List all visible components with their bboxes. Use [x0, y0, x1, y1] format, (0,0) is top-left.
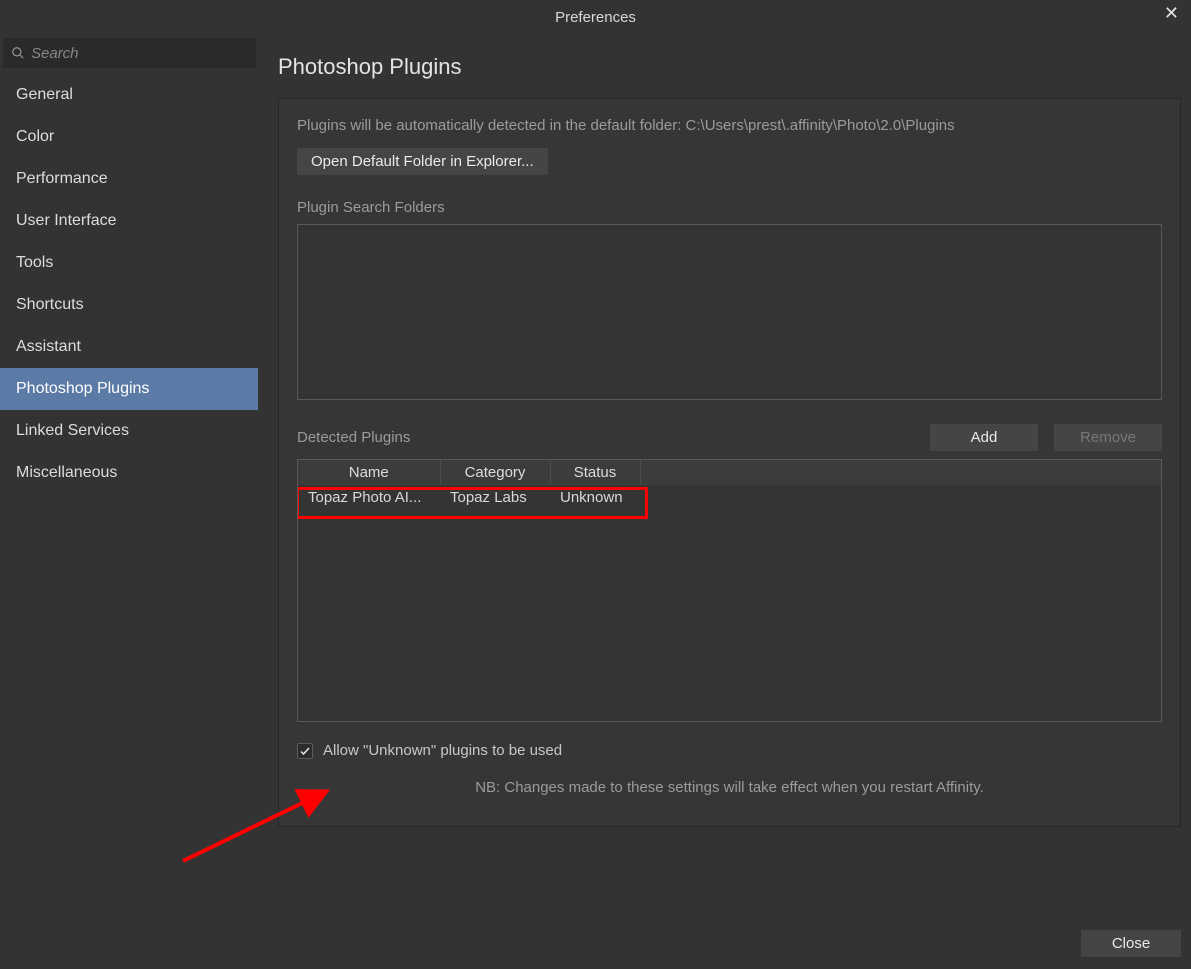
- sidebar-item-linked-services[interactable]: Linked Services: [0, 410, 258, 452]
- add-button[interactable]: Add: [930, 424, 1038, 451]
- sidebar-item-user-interface[interactable]: User Interface: [0, 200, 258, 242]
- cell-category: Topaz Labs: [440, 485, 550, 510]
- cell-status: Unknown: [550, 485, 640, 510]
- detected-plugins-table-wrap: Name Category Status Topaz Photo AI... T…: [297, 459, 1162, 722]
- plugin-search-folders-label: Plugin Search Folders: [297, 199, 1162, 216]
- titlebar: Preferences ✕: [0, 0, 1191, 34]
- restart-note: NB: Changes made to these settings will …: [297, 779, 1162, 796]
- default-folder-info: Plugins will be automatically detected i…: [297, 117, 1162, 134]
- col-category[interactable]: Category: [440, 460, 550, 485]
- search-icon: [11, 46, 25, 60]
- table-row[interactable]: Topaz Photo AI... Topaz Labs Unknown: [298, 485, 1161, 510]
- open-default-folder-button[interactable]: Open Default Folder in Explorer...: [297, 148, 548, 175]
- search-input-wrap[interactable]: [3, 38, 256, 68]
- allow-unknown-label: Allow "Unknown" plugins to be used: [323, 742, 562, 759]
- window-title: Preferences: [555, 9, 636, 26]
- sidebar-item-color[interactable]: Color: [0, 116, 258, 158]
- sidebar-item-performance[interactable]: Performance: [0, 158, 258, 200]
- check-icon: [299, 745, 311, 757]
- page-title: Photoshop Plugins: [278, 54, 1181, 80]
- sidebar: General Color Performance User Interface…: [0, 34, 258, 969]
- table-header-row: Name Category Status: [298, 460, 1161, 485]
- detected-plugins-label: Detected Plugins: [297, 429, 410, 446]
- sidebar-item-miscellaneous[interactable]: Miscellaneous: [0, 452, 258, 494]
- plugin-search-folders-list[interactable]: [297, 224, 1162, 400]
- main-content: Photoshop Plugins Plugins will be automa…: [258, 34, 1191, 969]
- dialog-footer: Close: [278, 912, 1181, 957]
- close-button[interactable]: Close: [1081, 930, 1181, 957]
- allow-unknown-checkbox[interactable]: [297, 743, 313, 759]
- sidebar-item-photoshop-plugins[interactable]: Photoshop Plugins: [0, 368, 258, 410]
- close-icon[interactable]: ✕: [1164, 4, 1179, 22]
- cell-name: Topaz Photo AI...: [298, 485, 440, 510]
- sidebar-item-shortcuts[interactable]: Shortcuts: [0, 284, 258, 326]
- sidebar-item-general[interactable]: General: [0, 74, 258, 116]
- detected-plugins-table: Name Category Status Topaz Photo AI... T…: [298, 460, 1161, 510]
- search-input[interactable]: [31, 45, 248, 62]
- allow-unknown-row: Allow "Unknown" plugins to be used: [297, 742, 1162, 759]
- col-spacer: [640, 460, 1161, 485]
- col-status[interactable]: Status: [550, 460, 640, 485]
- sidebar-item-tools[interactable]: Tools: [0, 242, 258, 284]
- settings-panel: Plugins will be automatically detected i…: [278, 98, 1181, 827]
- col-name[interactable]: Name: [298, 460, 440, 485]
- sidebar-item-assistant[interactable]: Assistant: [0, 326, 258, 368]
- remove-button[interactable]: Remove: [1054, 424, 1162, 451]
